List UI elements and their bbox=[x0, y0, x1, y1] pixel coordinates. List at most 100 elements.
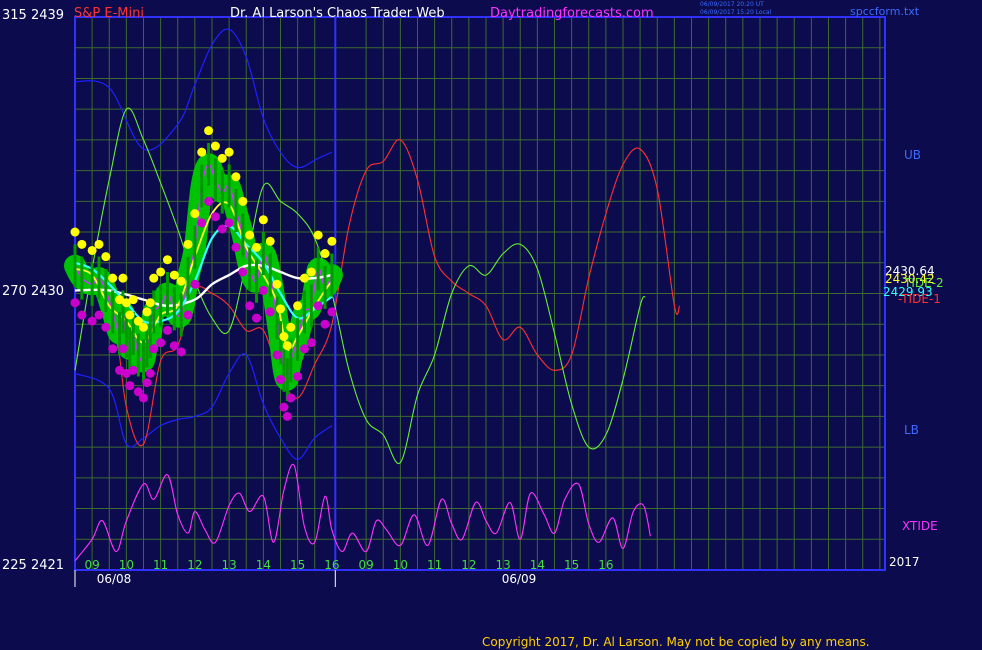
low-dot bbox=[286, 393, 296, 403]
low-dot bbox=[252, 313, 262, 323]
high-dot bbox=[118, 273, 128, 283]
low-dot bbox=[77, 310, 87, 320]
x-tick-label: 11 bbox=[427, 558, 442, 572]
high-dot bbox=[258, 215, 268, 225]
tide1-label: -TIDE-1 bbox=[898, 292, 941, 306]
high-dot bbox=[327, 236, 337, 246]
high-dot bbox=[87, 245, 97, 255]
high-dot bbox=[94, 239, 104, 249]
x-tick-label: 16 bbox=[598, 558, 613, 572]
high-dot bbox=[279, 332, 289, 342]
y-label-top: 315 2439 bbox=[2, 8, 65, 23]
high-dot bbox=[125, 310, 135, 320]
low-dot bbox=[169, 341, 179, 351]
high-dot bbox=[197, 147, 207, 157]
high-dot bbox=[142, 307, 152, 317]
x-date-label-day1: 06/08 bbox=[97, 572, 132, 586]
x-tick-label: 14 bbox=[530, 558, 545, 572]
low-dot bbox=[320, 319, 330, 329]
upper-band-line bbox=[74, 28, 333, 169]
low-dot bbox=[101, 322, 111, 332]
high-dot bbox=[272, 279, 282, 289]
high-dot bbox=[210, 141, 220, 151]
timestamp-ut: 06/09/2017 20:20 UT bbox=[700, 1, 764, 8]
x-tick-label: 13 bbox=[221, 558, 236, 572]
xtide-line bbox=[74, 463, 651, 562]
low-dot bbox=[190, 279, 200, 289]
high-dot bbox=[282, 341, 292, 351]
high-dot bbox=[149, 273, 159, 283]
low-dot bbox=[275, 375, 285, 385]
high-dot bbox=[162, 255, 172, 265]
low-dot bbox=[217, 224, 227, 234]
xtide-label: XTIDE bbox=[902, 519, 938, 533]
site-link[interactable]: Daytradingforecasts.com bbox=[490, 6, 654, 21]
low-dot bbox=[87, 316, 97, 326]
high-dot bbox=[293, 301, 303, 311]
x-tick-label: 10 bbox=[393, 558, 408, 572]
high-dot bbox=[238, 196, 248, 206]
high-dot bbox=[156, 267, 166, 277]
ub-label: UB bbox=[904, 148, 922, 162]
low-dot bbox=[327, 307, 337, 317]
x-tick-label: 09 bbox=[358, 558, 373, 572]
low-dot bbox=[313, 301, 323, 311]
x-tick-label: 15 bbox=[564, 558, 579, 572]
x-tick-label: 16 bbox=[324, 558, 339, 572]
high-dot bbox=[217, 153, 227, 163]
x-tick-label: 11 bbox=[153, 558, 168, 572]
low-dot bbox=[128, 365, 138, 375]
high-dot bbox=[252, 242, 262, 252]
y-label-mid: 270 2430 bbox=[2, 284, 65, 299]
high-dot bbox=[108, 273, 118, 283]
lb-label: LB bbox=[904, 423, 919, 437]
axis-layer: 09 10 11 12 13 14 15 16 09 10 11 12 13 14 15 16 06/08 06/… bbox=[84, 558, 613, 586]
high-dot bbox=[70, 227, 80, 237]
low-dot bbox=[306, 338, 316, 348]
x-tick-label: 09 bbox=[84, 558, 99, 572]
high-dot bbox=[128, 295, 138, 305]
frame-layer bbox=[74, 16, 886, 587]
low-dot bbox=[282, 411, 292, 421]
high-dot bbox=[138, 322, 148, 332]
low-dot bbox=[299, 344, 309, 354]
low-dot bbox=[142, 378, 152, 388]
low-dot bbox=[138, 393, 148, 403]
x-date-label-day2: 06/09 bbox=[502, 572, 537, 586]
low-dot bbox=[162, 325, 172, 335]
x-tick-label: 13 bbox=[495, 558, 510, 572]
low-dot bbox=[238, 267, 248, 277]
x-tick-label: 12 bbox=[461, 558, 476, 572]
low-dot bbox=[118, 344, 128, 354]
low-dot bbox=[272, 350, 282, 360]
x-tick-label: 12 bbox=[187, 558, 202, 572]
low-dot bbox=[231, 242, 241, 252]
author-title: Dr. Al Larson's Chaos Trader Web bbox=[230, 6, 445, 21]
low-dot bbox=[210, 212, 220, 222]
low-dot bbox=[279, 402, 289, 412]
high-dot bbox=[77, 239, 87, 249]
high-dot bbox=[231, 172, 241, 182]
high-dot bbox=[176, 276, 186, 286]
chart-area: 09 10 11 12 13 14 15 16 09 10 11 12 13 14 15 16 06/08 06/… bbox=[64, 16, 886, 587]
y-label-bottom: 225 2421 bbox=[2, 558, 65, 573]
low-dot bbox=[224, 218, 234, 228]
low-dot bbox=[265, 307, 275, 317]
low-dot bbox=[125, 381, 135, 391]
timestamp-local: 06/09/2017 15:20 Local bbox=[700, 9, 772, 16]
low-dot bbox=[70, 298, 80, 308]
file-name: spccform.txt bbox=[850, 5, 920, 18]
low-dot bbox=[204, 196, 214, 206]
high-dot bbox=[299, 273, 309, 283]
high-dot bbox=[183, 239, 193, 249]
instrument-title: S&P E-Mini bbox=[74, 6, 144, 21]
high-dot bbox=[204, 126, 214, 136]
low-dot bbox=[176, 347, 186, 357]
high-dot bbox=[169, 270, 179, 280]
high-dot bbox=[313, 230, 323, 240]
x-tick-label: 10 bbox=[119, 558, 134, 572]
low-dot bbox=[145, 368, 155, 378]
high-dot bbox=[306, 267, 316, 277]
high-dot bbox=[320, 249, 330, 259]
high-dot bbox=[101, 252, 111, 262]
